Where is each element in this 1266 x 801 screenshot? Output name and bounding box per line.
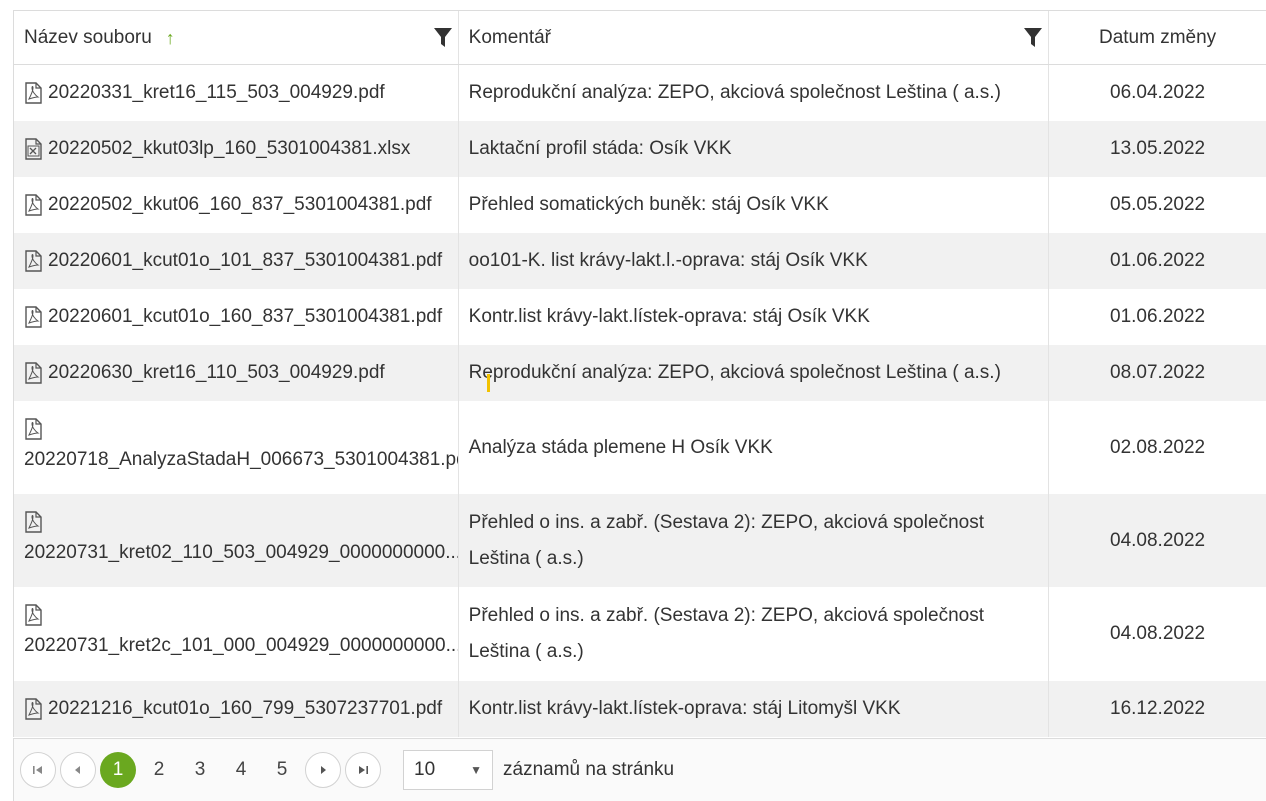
first-page-icon [33,766,42,774]
date-text: 01.06.2022 [1110,250,1206,271]
comment-text: Reprodukční analýza: ZEPO, akciová spole… [468,82,1001,103]
file-link[interactable]: 20220502_kkut03lp_160_5301004381.xlsx [24,131,410,167]
table-row[interactable]: 20220630_kret16_110_503_004929.pdf Repro… [14,345,1266,401]
file-name: 20221216_kcut01o_160_799_5307237701.pdf [48,698,443,719]
file-name: 20220718_AnalyzaStadaH_006673_5301004381… [24,448,459,470]
file-name: 20220601_kcut01o_101_837_5301004381.pdf [48,250,443,271]
file-link[interactable]: 20220601_kcut01o_160_837_5301004381.pdf [24,299,442,335]
table-row[interactable]: 20220718_AnalyzaStadaH_006673_5301004381… [14,401,1266,494]
page-size-label: záznamů na stránku [503,759,675,780]
pdf-file-icon [25,194,42,216]
dropdown-arrow-icon: ▼ [470,763,482,777]
next-page-icon [321,766,326,774]
prev-page-button[interactable] [60,752,96,788]
sort-ascending-icon: ↑ [165,27,175,48]
date-text: 01.06.2022 [1110,306,1206,327]
comment-text: Reprodukční analýza: ZEPO, akciová spole… [468,362,1001,383]
pdf-file-icon [25,510,42,533]
date-text: 05.05.2022 [1110,194,1206,215]
page-number-current[interactable]: 1 [100,752,136,788]
page-size-select[interactable]: 10 ▼ [403,750,493,790]
file-link[interactable]: 20220718_AnalyzaStadaH_006673_5301004381… [24,417,459,478]
page-number[interactable]: 4 [223,752,259,788]
table-row[interactable]: 20221216_kcut01o_160_799_5307237701.pdf … [14,681,1266,737]
table-row[interactable]: 20220502_kkut03lp_160_5301004381.xlsx La… [14,121,1266,177]
first-page-button[interactable] [20,752,56,788]
file-link[interactable]: 20220731_kret2c_101_000_004929_000000000… [24,604,459,664]
comment-text: Kontr.list krávy-lakt.lístek-oprava: stá… [468,306,870,327]
page-number[interactable]: 3 [182,752,218,788]
date-text: 16.12.2022 [1110,698,1206,719]
date-text: 04.08.2022 [1110,529,1206,551]
excel-file-icon [25,138,42,160]
column-label-date: Datum změny [1098,26,1217,48]
file-link[interactable]: 20220630_kret16_110_503_004929.pdf [24,355,385,391]
column-header-filename[interactable]: Název souboru ↑ [14,11,459,64]
comment-text: Laktační profil stáda: Osík VKK [468,138,732,159]
pdf-file-icon [25,604,42,626]
file-link[interactable]: 20220731_kret02_110_503_004929_000000000… [24,510,459,571]
file-link[interactable]: 20220601_kcut01o_101_837_5301004381.pdf [24,243,442,279]
column-label-comment: Komentář [468,26,552,48]
pdf-file-icon [25,250,42,272]
page-size-value: 10 [414,759,436,780]
pager: 1 2 3 4 5 10 ▼ záznamů na stránku [13,738,1266,801]
table-row[interactable]: 20220601_kcut01o_101_837_5301004381.pdf … [14,233,1266,289]
last-page-icon [359,766,368,774]
date-text: 13.05.2022 [1110,138,1206,159]
text-cursor-icon [487,374,490,392]
pdf-file-icon [25,82,42,104]
grid-header: Název souboru ↑ Komentář Datum změny [14,11,1266,65]
table-row[interactable]: 20220731_kret2c_101_000_004929_000000000… [14,587,1266,681]
comment-text: Analýza stáda plemene H Osík VKK [468,436,773,458]
page-number[interactable]: 2 [141,752,177,788]
table-row[interactable]: 20220601_kcut01o_160_837_5301004381.pdf … [14,289,1266,345]
date-text: 02.08.2022 [1110,436,1206,458]
file-link[interactable]: 20220331_kret16_115_503_004929.pdf [24,75,385,111]
comment-text: Přehled somatických buněk: stáj Osík VKK [468,194,829,215]
file-name: 20220731_kret2c_101_000_004929_000000000… [24,635,459,656]
file-name: 20220601_kcut01o_160_837_5301004381.pdf [48,306,443,327]
file-grid: Název souboru ↑ Komentář Datum změny 202… [13,10,1266,737]
pdf-file-icon [25,417,42,440]
comment-text: Přehled o ins. a zabř. (Sestava 2): ZEPO… [468,511,984,569]
date-text: 04.08.2022 [1110,623,1206,644]
last-page-button[interactable] [345,752,381,788]
file-link[interactable]: 20220502_kkut06_160_837_5301004381.pdf [24,187,432,223]
file-link[interactable]: 20221216_kcut01o_160_799_5307237701.pdf [24,691,442,727]
file-name: 20220731_kret02_110_503_004929_000000000… [24,541,459,563]
comment-text: Přehled o ins. a zabř. (Sestava 2): ZEPO… [468,605,984,662]
next-page-button[interactable] [305,752,341,788]
table-row[interactable]: 20220731_kret02_110_503_004929_000000000… [14,494,1266,587]
date-text: 06.04.2022 [1110,82,1206,103]
page-number[interactable]: 5 [264,752,300,788]
file-name: 20220630_kret16_110_503_004929.pdf [48,362,385,383]
table-row[interactable]: 20220331_kret16_115_503_004929.pdf Repro… [14,65,1266,121]
column-header-date[interactable]: Datum změny [1049,11,1266,64]
table-row[interactable]: 20220502_kkut06_160_837_5301004381.pdf P… [14,177,1266,233]
file-name: 20220502_kkut03lp_160_5301004381.xlsx [48,138,411,159]
column-header-comment[interactable]: Komentář [459,11,1050,64]
pdf-file-icon [25,306,42,328]
filter-icon[interactable] [433,28,452,48]
date-text: 08.07.2022 [1110,362,1206,383]
file-name: 20220502_kkut06_160_837_5301004381.pdf [48,194,432,215]
file-name: 20220331_kret16_115_503_004929.pdf [48,82,385,103]
prev-page-icon [75,766,80,774]
pdf-file-icon [25,362,42,384]
pdf-file-icon [25,698,42,720]
filter-icon[interactable] [1024,28,1043,48]
column-label-filename: Název souboru [24,26,152,48]
comment-text: Kontr.list krávy-lakt.lístek-oprava: stá… [468,698,901,719]
comment-text: oo101-K. list krávy-lakt.l.-oprava: stáj… [468,250,868,271]
